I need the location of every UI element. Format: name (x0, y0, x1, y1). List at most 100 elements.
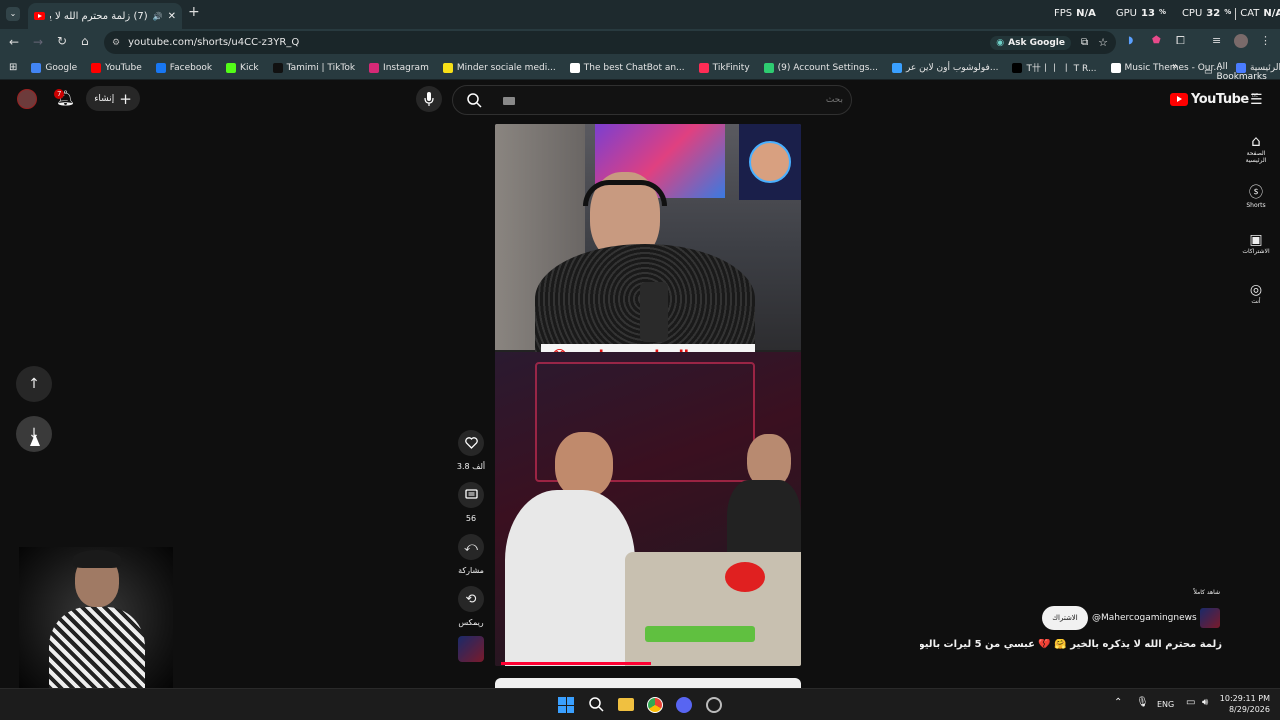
install-icon[interactable]: ⧉ (1081, 37, 1088, 48)
youtube-logo[interactable]: YouTube BE (1170, 92, 1258, 107)
network-icon[interactable]: ▭ (1186, 697, 1195, 708)
voice-search-button[interactable] (416, 86, 442, 112)
progress-bar[interactable] (501, 662, 651, 665)
ask-google-button[interactable]: ◉ Ask Google (990, 35, 1071, 50)
back-icon[interactable]: ← (9, 35, 19, 49)
sound-thumbnail[interactable] (458, 636, 484, 662)
bookmark-favicon-icon (272, 62, 283, 73)
apps-grid-icon[interactable]: ⊞ (9, 62, 17, 73)
tab-active[interactable]: (7) زلمة محترم الله لا يذكره بال 🔊 ✕ (28, 3, 182, 29)
shield-extension-icon[interactable]: ⬟ (1152, 35, 1161, 46)
bookmark-favicon-icon (1110, 62, 1121, 73)
sidebar-item-you[interactable]: ◎ أنت (1236, 282, 1276, 305)
youtube-favicon-icon (34, 12, 45, 20)
create-button[interactable]: إنشاء + (86, 86, 140, 111)
tray-chevron-icon[interactable]: ⌃ (1114, 697, 1122, 708)
chrome-icon[interactable] (647, 697, 663, 713)
bookmark-label: Kick (240, 62, 259, 73)
puzzle-icon[interactable]: ⧠ (1176, 34, 1185, 48)
shorts-video-player[interactable]: بشتري المطعم وصاحبه 😳 (495, 124, 801, 666)
search-input[interactable] (523, 90, 843, 110)
tab-close-icon[interactable]: ✕ (168, 11, 176, 22)
start-icon[interactable] (558, 697, 574, 713)
plus-icon: + (119, 89, 132, 108)
menu-dots-icon[interactable]: ⋮ (1260, 34, 1271, 47)
bookmark-item[interactable]: Google (31, 62, 77, 73)
mic-tray-icon[interactable]: 🎙︎ (1136, 697, 1149, 708)
settings-app-icon[interactable] (706, 697, 722, 713)
bookmark-label: فولوشوب أون لاين عر... (905, 62, 999, 73)
youtube-header: 🔔︎ 7 إنشاء + YouTube BE ☰ (0, 80, 1280, 120)
all-bookmarks-button[interactable]: ▭ All Bookmarks (1204, 62, 1280, 82)
sidebar-item-shorts[interactable]: ⓢ Shorts (1236, 182, 1276, 209)
sidebar-shorts-label: Shorts (1246, 202, 1266, 209)
sidebar-subscriptions-label: الاشتراكات (1242, 248, 1270, 255)
user-avatar[interactable] (17, 89, 37, 109)
url-text: youtube.com/shorts/u4CC-z3YR_Q (128, 37, 300, 48)
bookmark-favicon-icon (442, 62, 453, 73)
clock[interactable]: 10:29:11 PM 8/29/2026 (1218, 693, 1270, 715)
like-button[interactable] (458, 430, 484, 456)
file-explorer-icon[interactable] (618, 698, 634, 711)
channel-avatar[interactable] (1200, 608, 1220, 628)
person-center-head (555, 432, 613, 498)
comment-count: 56 (465, 514, 477, 523)
channel-handle[interactable]: @Mahercogamingnews (1092, 613, 1197, 623)
search-icon[interactable] (467, 93, 482, 108)
address-bar[interactable]: ⚙ youtube.com/shorts/u4CC-z3YR_Q ◉ Ask G… (104, 31, 1116, 54)
previous-short-button[interactable]: ↑ (16, 366, 52, 402)
bookmark-favicon-icon (763, 62, 774, 73)
speaker-icon[interactable]: 🔊 (153, 12, 163, 21)
new-tab-button[interactable]: + (188, 4, 200, 20)
site-info-icon[interactable]: ⚙ (112, 38, 120, 48)
media-icon[interactable]: ≡ (1212, 34, 1221, 47)
discord-icon[interactable] (676, 697, 692, 713)
sidebar-item-subscriptions[interactable]: ▣ الاشتراكات (1236, 232, 1276, 255)
bookmark-item[interactable]: (9) Account Settings... (763, 62, 878, 73)
bookmark-favicon-icon (155, 62, 166, 73)
bookmark-item[interactable]: The best ChatBot an... (569, 62, 685, 73)
bookmark-label: Minder sociale medi... (456, 62, 556, 73)
tab-search-button[interactable]: ⌄ (6, 7, 20, 21)
home-icon[interactable]: ⌂ (81, 34, 89, 48)
bookmark-item[interactable]: YouTube (91, 62, 142, 73)
bookmarks-bar: ⊞ Google YouTube Facebook Kick Tamimi | TikT… (0, 56, 1280, 82)
logo-face (749, 141, 791, 183)
volume-icon[interactable]: 🔊︎ (1202, 697, 1208, 708)
bookmark-item[interactable]: Facebook (155, 62, 212, 73)
gpu-label: GPU (1115, 8, 1138, 19)
bookmark-favicon-icon (569, 62, 580, 73)
subscriptions-icon: ▣ (1249, 232, 1263, 248)
bookmark-item[interactable]: فولوشوب أون لاين عر... (891, 62, 999, 73)
sidebar-home-label: الصفحة الرئيسية (1245, 150, 1267, 164)
bookmark-item[interactable]: TikFinity (698, 62, 750, 73)
share-button[interactable]: ⤺ (458, 534, 484, 560)
video-title[interactable]: زلمة محترم الله لا يذكره بالخير 🤗 💔 عبسي… (920, 639, 1222, 650)
keyboard-icon[interactable] (503, 97, 515, 105)
more-bookmarks-icon[interactable]: » (1172, 61, 1178, 72)
search-box (452, 85, 852, 115)
reload-icon[interactable]: ↻ (57, 34, 67, 48)
video-bottom-scene (495, 352, 801, 666)
comments-button[interactable] (458, 482, 484, 508)
extension-icon[interactable]: ◗ (1128, 35, 1133, 46)
sidebar-item-home[interactable]: ⌂ الصفحة الرئيسية (1236, 132, 1276, 164)
youtube-logo-text: YouTube (1191, 92, 1249, 107)
bookmark-item[interactable]: T卄丨丨 丨 T R... (1012, 61, 1097, 74)
language-indicator[interactable]: ENG (1157, 700, 1174, 709)
bookmark-item[interactable]: Minder sociale medi... (442, 62, 556, 73)
bookmark-star-icon[interactable]: ☆ (1098, 36, 1108, 49)
linked-video-label[interactable]: شاهد كاملاً (1120, 589, 1220, 596)
share-label: مشاركة (458, 566, 484, 575)
profile-avatar[interactable] (1234, 34, 1248, 48)
bookmark-item[interactable]: Tamimi | TikTok (272, 62, 355, 73)
bookmark-item[interactable]: Kick (226, 62, 259, 73)
forward-icon[interactable]: → (33, 35, 43, 49)
subscribe-button[interactable]: الاشتراك (1042, 606, 1088, 630)
taskbar-search-icon[interactable] (589, 697, 604, 712)
bookmark-item[interactable]: Instagram (369, 62, 429, 73)
remix-button[interactable]: ⟲ (458, 586, 484, 612)
guide-menu-icon[interactable]: ☰ (1250, 92, 1263, 108)
bookmark-favicon-icon (226, 62, 237, 73)
cat-value: N/A (1263, 8, 1280, 19)
